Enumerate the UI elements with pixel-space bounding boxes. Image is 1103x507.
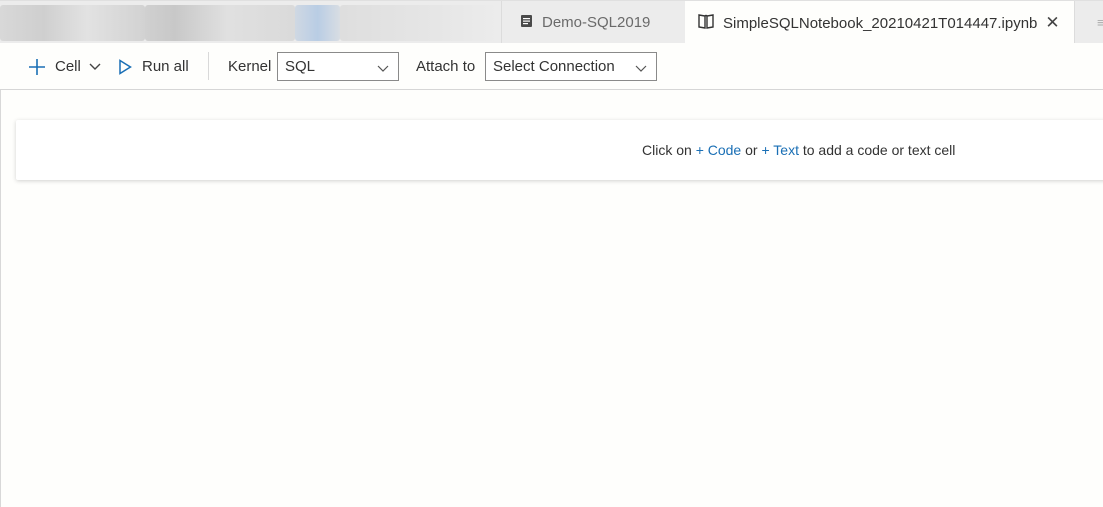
add-code-link[interactable]: + Code (696, 142, 742, 158)
editor-left-border (0, 90, 1, 507)
add-text-link[interactable]: + Text (761, 142, 799, 158)
blurred-tab-region (340, 5, 500, 41)
tab-label: SimpleSQLNotebook_20210421T014447.ipynb (723, 14, 1038, 32)
chevron-down-icon (635, 60, 647, 77)
run-all-button[interactable]: Run all (118, 43, 189, 90)
kernel-label: Kernel (228, 58, 272, 75)
add-cell-hint: Click on + Code or + Text to add a code … (642, 142, 956, 158)
attach-to-label: Attach to (416, 58, 476, 75)
cell-label: Cell (55, 58, 81, 75)
more-tabs-icon[interactable]: ≡ (1074, 1, 1103, 44)
blurred-tab-region (0, 5, 145, 41)
play-icon (118, 58, 132, 75)
connection-select[interactable]: Select Connection (485, 52, 657, 81)
empty-notebook-placeholder: Click on + Code or + Text to add a code … (16, 120, 1103, 180)
run-all-label: Run all (142, 58, 189, 75)
close-icon[interactable]: ✕ (1045, 13, 1059, 33)
tab-label: Demo-SQL2019 (542, 14, 651, 31)
plus-icon (28, 58, 46, 76)
blurred-tab-region (295, 5, 340, 41)
toolbar-divider (208, 52, 209, 80)
tab-demo-sql2019[interactable]: Demo-SQL2019 (501, 1, 684, 44)
tab-notebook[interactable]: SimpleSQLNotebook_20210421T014447.ipynb … (685, 1, 1074, 45)
sql-file-icon (520, 14, 534, 32)
connection-value: Select Connection (493, 58, 615, 75)
kernel-select[interactable]: SQL (277, 52, 399, 81)
blurred-tab-region (145, 5, 295, 41)
notebook-toolbar: Cell Run all Kernel SQL Attach to Select… (0, 43, 1103, 90)
kernel-value: SQL (285, 58, 316, 75)
notebook-icon (697, 12, 715, 34)
editor-tab-bar: Demo-SQL2019 SimpleSQLNotebook_20210421T… (0, 0, 1103, 45)
add-cell-button[interactable]: Cell (28, 43, 101, 90)
chevron-down-icon (377, 60, 389, 77)
chevron-down-icon[interactable] (89, 63, 101, 71)
